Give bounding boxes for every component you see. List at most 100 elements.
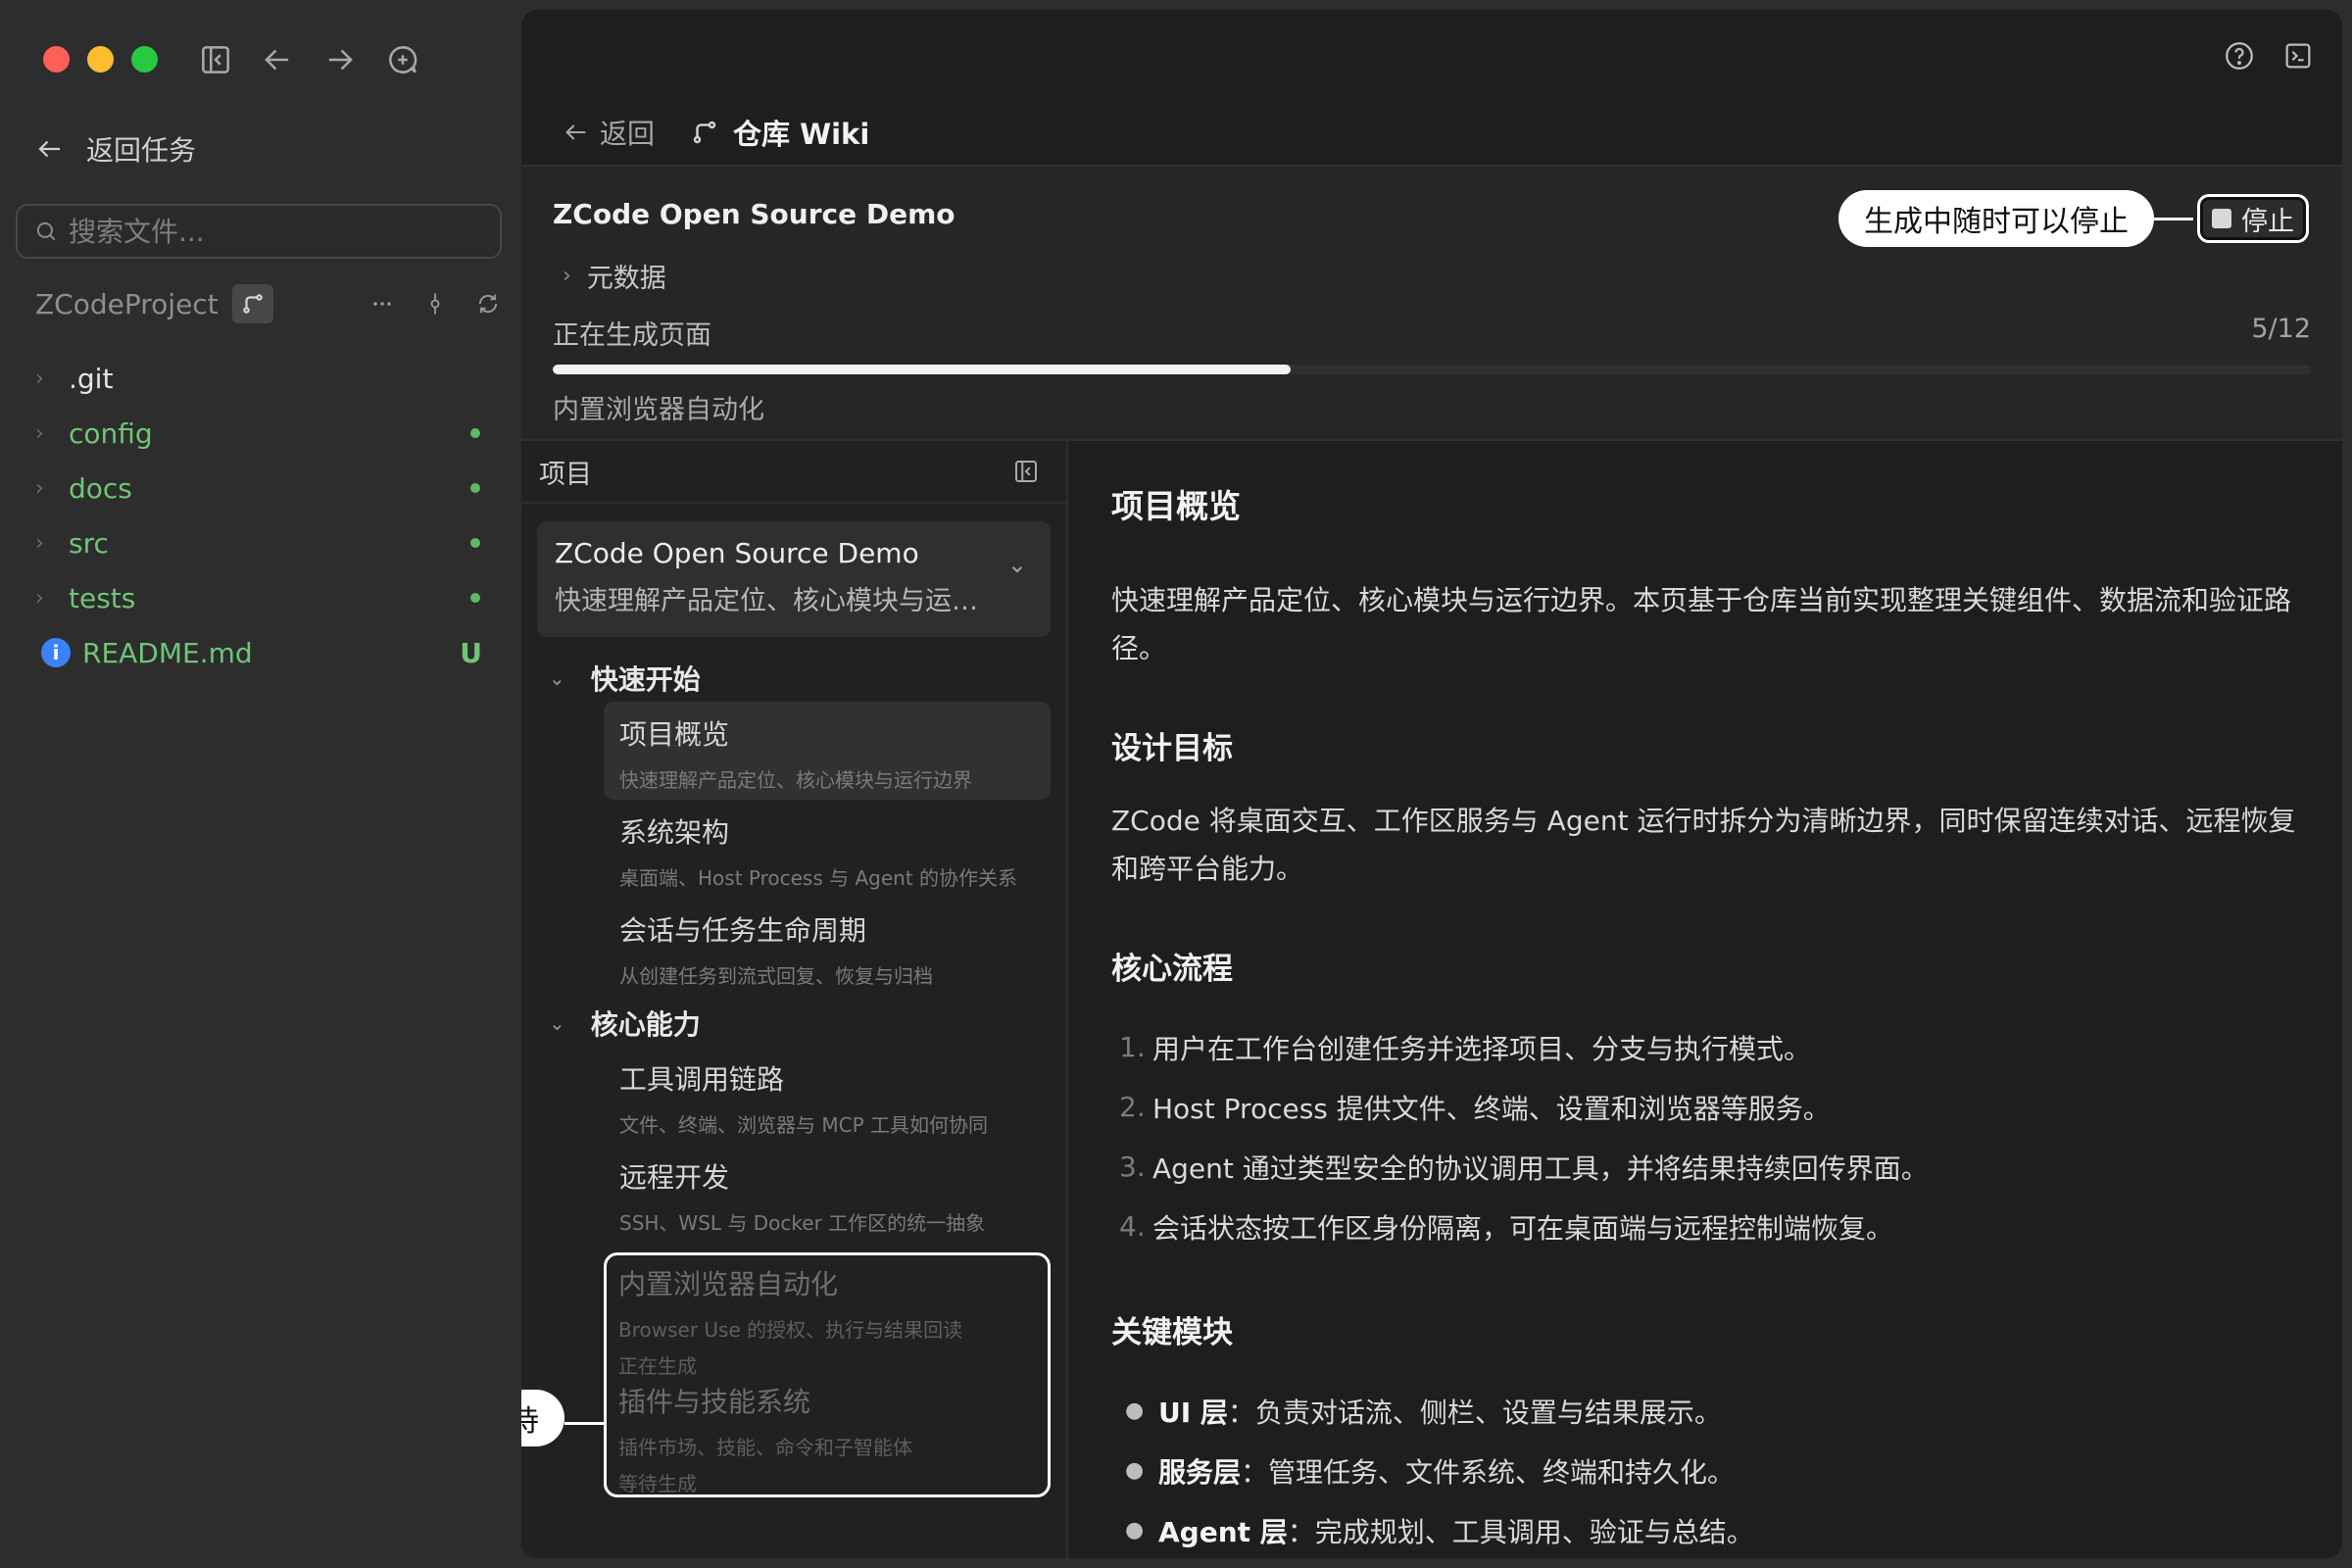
list-item: ● 服务层 ：管理任务、文件系统、终端和持久化。	[1111, 1441, 2299, 1500]
terminal-icon[interactable]	[2281, 39, 2315, 73]
file-tree: › .git › config › docs › src › tests i R…	[35, 351, 486, 680]
tree-item-tests[interactable]: › tests	[35, 570, 486, 625]
more-icon[interactable]	[368, 290, 396, 318]
progress-bar	[553, 365, 2311, 374]
nav-section-core[interactable]: ⌄ 核心能力	[549, 1000, 1066, 1047]
list-item: 3. Agent 通过类型安全的协议调用工具，并将结果持续回传界面。	[1111, 1137, 2299, 1197]
page-title: 会话与任务生命周期	[619, 914, 867, 947]
metadata-toggle[interactable]: › 元数据	[563, 257, 666, 295]
page-title: 仓库 Wiki	[690, 112, 869, 153]
refresh-icon[interactable]	[474, 290, 502, 318]
chevron-down-icon: ⌄	[549, 1011, 565, 1035]
nav-page-tools[interactable]: 工具调用链路 文件、终端、浏览器与 MCP 工具如何协同	[604, 1047, 1051, 1145]
flow-heading: 核心流程	[1111, 952, 1233, 987]
metadata-label: 元数据	[586, 264, 666, 294]
project-selector-title: ZCode Open Source Demo	[555, 537, 919, 569]
untracked-status: U	[460, 636, 482, 669]
nav-page-remote[interactable]: 远程开发 SSH、WSL 与 Docker 工作区的统一抽象	[604, 1145, 1051, 1243]
info-icon: i	[41, 638, 71, 667]
sidebar-toggle-icon[interactable]	[197, 41, 234, 78]
branch-icon	[693, 121, 716, 144]
file-search-input[interactable]	[69, 215, 500, 248]
list-item-text: Host Process 提供文件、终端、设置和浏览器等服务。	[1152, 1092, 1831, 1125]
project-selector-desc: 快速理解产品定位、核心模块与运行边界	[555, 586, 986, 616]
modules-list: ● UI 层：负责对话流、侧栏、设置与结果展示。 ● 服务层 ：管理任务、文件系统、终…	[1111, 1381, 2299, 1558]
flow-list: 1. 用户在工作台创建任务并选择项目、分支与执行模式。 2. Host Proces…	[1111, 1017, 2299, 1256]
tree-item-config[interactable]: › config	[35, 406, 486, 461]
list-item: 2. Host Process 提供文件、终端、设置和浏览器等服务。	[1111, 1077, 2299, 1137]
page-desc: Browser Use 的授权、执行与结果回读	[618, 1318, 963, 1342]
pending-pages-highlight: 内置浏览器自动化 Browser Use 的授权、执行与结果回读 正在生成 插件…	[604, 1252, 1051, 1497]
tree-item-src[interactable]: › src	[35, 515, 486, 570]
chevron-down-icon: ⌄	[549, 666, 565, 690]
tree-item-label: README.md	[82, 636, 253, 669]
page-desc: 快速理解产品定位、核心模块与运行边界	[619, 768, 972, 792]
chevron-right-icon: ›	[35, 475, 44, 501]
stop-button[interactable]: 停止	[2197, 194, 2309, 243]
nav-page-plugins[interactable]: 插件与技能系统 插件市场、技能、命令和子智能体 等待生成	[607, 1377, 1048, 1495]
stop-icon	[2212, 209, 2231, 228]
maximize-window-button[interactable]	[131, 46, 158, 73]
nav-page-lifecycle[interactable]: 会话与任务生命周期 从创建任务到流式回复、恢复与归档	[604, 898, 1051, 996]
help-icon[interactable]	[2223, 39, 2256, 73]
back-arrow-icon[interactable]	[259, 41, 296, 78]
close-window-button[interactable]	[43, 46, 70, 73]
module-text: ：完成规划、工具调用、验证与总结。	[1287, 1515, 1754, 1548]
tree-item-readme[interactable]: i README.md U	[35, 625, 486, 680]
branch-badge[interactable]	[231, 284, 273, 323]
stop-label: 停止	[2241, 206, 2294, 237]
nav-page-overview[interactable]: 项目概览 快速理解产品定位、核心模块与运行边界	[604, 702, 1051, 800]
chevron-right-icon: ›	[35, 530, 44, 556]
breadcrumb: 返回 仓库 Wiki	[563, 108, 869, 157]
page-state: 正在生成	[618, 1354, 697, 1378]
page-title: 远程开发	[619, 1161, 730, 1194]
wiki-article: 项目概览 快速理解产品定位、核心模块与运行边界。本页基于仓库当前实现整理关键组件…	[1068, 441, 2342, 1558]
sidebar: 返回任务 ZCodeProject › .git › con	[0, 0, 519, 1568]
list-item-text: 用户在工作台创建任务并选择项目、分支与执行模式。	[1152, 1032, 1812, 1065]
module-text: ：管理任务、文件系统、终端和持久化。	[1241, 1455, 1736, 1489]
forward-arrow-icon[interactable]	[321, 41, 359, 78]
nav-page-architecture[interactable]: 系统架构 桌面端、Host Process 与 Agent 的协作关系	[604, 800, 1051, 898]
design-heading: 设计目标	[1111, 731, 1233, 766]
tree-item-git[interactable]: › .git	[35, 351, 486, 406]
collapse-panel-icon[interactable]	[1011, 457, 1041, 486]
back-button[interactable]: 返回	[563, 113, 655, 152]
wiki-nav: 项目 ZCode Open Source Demo 快速理解产品定位、核心模块与…	[521, 441, 1068, 1558]
page-title-label: 仓库 Wiki	[733, 118, 870, 151]
nav-section-quickstart[interactable]: ⌄ 快速开始	[549, 655, 1066, 702]
chevron-down-icon: ⌄	[1006, 551, 1027, 578]
modified-dot	[470, 483, 480, 493]
project-selector[interactable]: ZCode Open Source Demo 快速理解产品定位、核心模块与运行边…	[537, 521, 1051, 637]
callout-connector	[2154, 218, 2193, 220]
back-to-tasks-label: 返回任务	[86, 134, 197, 167]
tree-item-label: tests	[69, 581, 136, 614]
modified-dot	[470, 538, 480, 548]
nav-header-label: 项目	[539, 459, 592, 490]
tree-item-label: docs	[69, 471, 132, 505]
arrow-left-icon	[565, 124, 586, 140]
new-chat-icon[interactable]	[384, 41, 421, 78]
section-title: 核心能力	[590, 1008, 701, 1041]
chevron-right-icon: ›	[35, 366, 44, 391]
commit-icon[interactable]	[421, 290, 449, 318]
app-window: 返回任务 ZCodeProject › .git › con	[0, 0, 2352, 1568]
modified-dot	[470, 428, 480, 438]
page-title: 插件与技能系统	[618, 1386, 811, 1418]
branch-icon	[242, 294, 263, 314]
arrow-left-icon	[38, 140, 60, 158]
tree-item-docs[interactable]: › docs	[35, 461, 486, 515]
minimize-window-button[interactable]	[87, 46, 114, 73]
nav-page-browser[interactable]: 内置浏览器自动化 Browser Use 的授权、执行与结果回读 正在生成	[607, 1259, 1048, 1378]
chevron-right-icon: ›	[35, 585, 44, 611]
page-desc: 桌面端、Host Process 与 Agent 的协作关系	[619, 866, 1018, 890]
project-header: ZCodeProject	[35, 282, 502, 325]
page-title: 工具调用链路	[619, 1063, 785, 1096]
file-search[interactable]	[16, 204, 502, 259]
search-icon	[36, 221, 56, 241]
back-to-tasks-button[interactable]: 返回任务	[35, 129, 196, 169]
modified-dot	[470, 593, 480, 603]
section-title: 快速开始	[590, 663, 701, 696]
page-desc: 文件、终端、浏览器与 MCP 工具如何协同	[619, 1113, 988, 1137]
design-text: ZCode 将桌面交互、工作区服务与 Agent 运行时拆分为清晰边界，同时保留…	[1111, 805, 2296, 885]
module-name: UI 层	[1158, 1396, 1228, 1429]
